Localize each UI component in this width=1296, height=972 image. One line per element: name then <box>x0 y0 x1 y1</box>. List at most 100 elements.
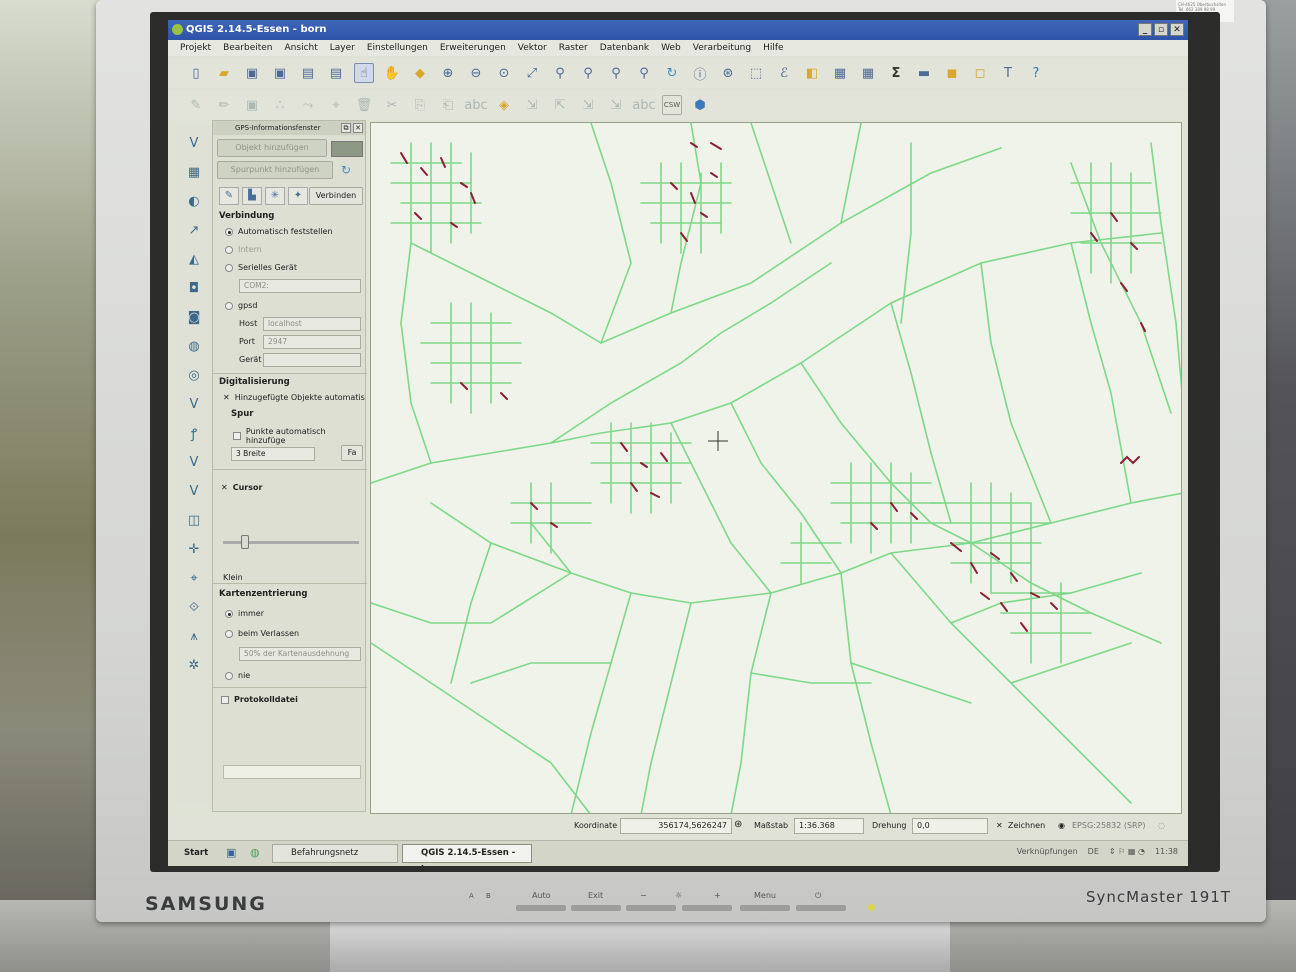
color-swatch[interactable] <box>331 141 363 157</box>
zoom-out-icon[interactable]: ⊖ <box>466 63 486 83</box>
zoom-full-icon[interactable]: ⤢ <box>522 63 542 83</box>
add-feature-icon[interactable]: ∴ <box>270 95 290 115</box>
taskbar-befahrungsnetz[interactable]: Befahrungsnetz <box>272 844 398 863</box>
map-tips-icon[interactable]: ⊛ <box>718 63 738 83</box>
toggle-edit-icon[interactable]: ✏ <box>214 95 234 115</box>
cursor-size-slider[interactable] <box>241 535 249 549</box>
help-icon[interactable]: ? <box>1026 63 1046 83</box>
port-input[interactable]: 2947 <box>263 335 361 349</box>
copy-icon[interactable]: ⎘ <box>410 95 430 115</box>
gps-options-tab-icon[interactable]: ✦ <box>288 187 308 205</box>
menu-vektor[interactable]: Vektor <box>518 40 547 56</box>
attribute-table-icon[interactable]: ▦ <box>830 63 850 83</box>
text-annotation-icon[interactable]: ◻ <box>970 63 990 83</box>
zoom-in-icon[interactable]: ⊕ <box>438 63 458 83</box>
menu-web[interactable]: Web <box>661 40 681 56</box>
field-calc-icon[interactable]: ▦ <box>858 63 878 83</box>
move-feature-icon[interactable]: ⤳ <box>298 95 318 115</box>
menu-hilfe[interactable]: Hilfe <box>763 40 783 56</box>
measure-icon[interactable]: ▬ <box>914 63 934 83</box>
gdal-tools-icon[interactable]: ⩚ <box>183 625 205 647</box>
zoom-selection-icon[interactable]: ⚲ <box>550 63 570 83</box>
monitor-menu-button[interactable] <box>740 905 790 911</box>
open-project-icon[interactable]: ▰ <box>214 63 234 83</box>
new-shapefile-icon[interactable]: V <box>183 480 205 502</box>
save-project-icon[interactable]: ▣ <box>242 63 262 83</box>
auto-add-option[interactable]: ✕ Hinzugefügte Objekte automatis <box>223 393 365 402</box>
add-delimited-icon[interactable]: ꝭ <box>183 422 205 444</box>
panel-float-icon[interactable]: ⧉ <box>341 123 351 133</box>
add-raster-icon[interactable]: ▦ <box>183 161 205 183</box>
gpsd-radio[interactable] <box>225 301 233 310</box>
touch-zoom-icon[interactable]: ☝ <box>354 63 374 83</box>
monitor-auto-button[interactable] <box>516 905 566 911</box>
connect-button[interactable]: Verbinden <box>309 187 363 205</box>
select-expression-icon[interactable]: ℰ <box>774 63 794 83</box>
close-button[interactable]: ✕ <box>1170 23 1184 36</box>
menu-verarbeitung[interactable]: Verarbeitung <box>693 40 751 56</box>
add-postgis-icon[interactable]: ◐ <box>183 190 205 212</box>
select-icon[interactable]: ⬚ <box>746 63 766 83</box>
print-composer-icon[interactable]: ▤ <box>298 63 318 83</box>
messages-icon[interactable]: ◌ <box>1158 821 1165 830</box>
processing-icon[interactable]: ✲ <box>183 654 205 676</box>
maximize-button[interactable]: ▫ <box>1154 23 1168 36</box>
auto-add-check-icon[interactable]: ✕ <box>223 393 230 402</box>
node-tool-icon[interactable]: ⌖ <box>326 95 346 115</box>
center-always-radio[interactable] <box>225 609 233 618</box>
identify-icon[interactable]: ⓘ <box>690 63 710 83</box>
label-change-icon[interactable]: ⇲ <box>606 95 626 115</box>
start-button[interactable]: Start <box>172 844 212 863</box>
label-tool-icon[interactable]: abc <box>464 95 487 115</box>
gps-signal-tab-icon[interactable]: ▙ <box>242 187 262 205</box>
panel-close-icon[interactable]: ✕ <box>353 123 363 133</box>
new-spatialite-icon[interactable]: ◫ <box>183 509 205 531</box>
paste-icon[interactable]: ⎗ <box>438 95 458 115</box>
coordinate-field[interactable]: 356174,5626247 <box>620 818 732 834</box>
add-mssql-icon[interactable]: ◭ <box>183 248 205 270</box>
menu-ansicht[interactable]: Ansicht <box>285 40 318 56</box>
coordinate-toggle-icon[interactable]: ⊛ <box>734 819 742 830</box>
cursor-section-toggle[interactable]: ✕ Cursor <box>221 483 262 492</box>
label-pin-icon[interactable]: ◈ <box>494 95 514 115</box>
csw-icon[interactable]: CSW <box>662 95 682 115</box>
zoom-next-icon[interactable]: ⚲ <box>634 63 654 83</box>
center-always-option[interactable]: immer <box>225 609 264 618</box>
logfile-path-input[interactable] <box>223 765 361 779</box>
label-rotate-icon[interactable]: ⇱ <box>550 95 570 115</box>
add-oracle-icon[interactable]: ◘ <box>183 277 205 299</box>
python-icon[interactable]: ⬢ <box>690 95 710 115</box>
add-wcs-icon[interactable]: ◎ <box>183 364 205 386</box>
render-check-icon[interactable]: ✕ <box>996 821 1003 830</box>
label-show-icon[interactable]: ⇲ <box>578 95 598 115</box>
center-leave-radio[interactable] <box>225 629 233 638</box>
zoom-layer-icon[interactable]: ⚲ <box>578 63 598 83</box>
label-icon[interactable]: T <box>998 63 1018 83</box>
statistics-icon[interactable]: Σ <box>886 63 906 83</box>
menu-erweiterungen[interactable]: Erweiterungen <box>440 40 506 56</box>
cursor-close-icon[interactable]: ✕ <box>221 483 228 492</box>
add-feature-button[interactable]: Objekt hinzufügen <box>217 139 327 157</box>
com-port-select[interactable]: COM2: <box>239 279 361 293</box>
monitor-plus-button[interactable] <box>682 905 732 911</box>
add-trackpoint-button[interactable]: Spurpunkt hinzufügen <box>217 161 333 179</box>
gpsd-option[interactable]: gpsd <box>225 301 257 310</box>
auto-detect-option[interactable]: Automatisch feststellen <box>225 227 333 236</box>
pan-to-selection-icon[interactable]: ◆ <box>410 63 430 83</box>
auto-points-option[interactable]: Punkte automatisch hinzufüge <box>233 427 365 445</box>
refresh-icon[interactable]: ↻ <box>662 63 682 83</box>
save-edits-icon[interactable]: ▣ <box>242 95 262 115</box>
new-temporary-icon[interactable]: ✛ <box>183 538 205 560</box>
add-vector-icon[interactable]: V <box>183 132 205 154</box>
internal-option[interactable]: Intern <box>225 245 262 254</box>
center-never-radio[interactable] <box>225 671 233 680</box>
label-move-icon[interactable]: ⇲ <box>522 95 542 115</box>
label-prop-icon[interactable]: abc <box>632 95 655 115</box>
menu-einstellungen[interactable]: Einstellungen <box>367 40 428 56</box>
taskbar-qgis[interactable]: QGIS 2.14.5-Essen - b... <box>402 844 532 866</box>
minimize-button[interactable]: _ <box>1138 23 1152 36</box>
logfile-option[interactable]: Protokolldatei <box>221 695 298 704</box>
gps-import-icon[interactable]: ⟐ <box>183 596 205 618</box>
rotation-spinner[interactable]: 0,0 <box>912 818 988 834</box>
edits-icon[interactable]: ✎ <box>186 95 206 115</box>
